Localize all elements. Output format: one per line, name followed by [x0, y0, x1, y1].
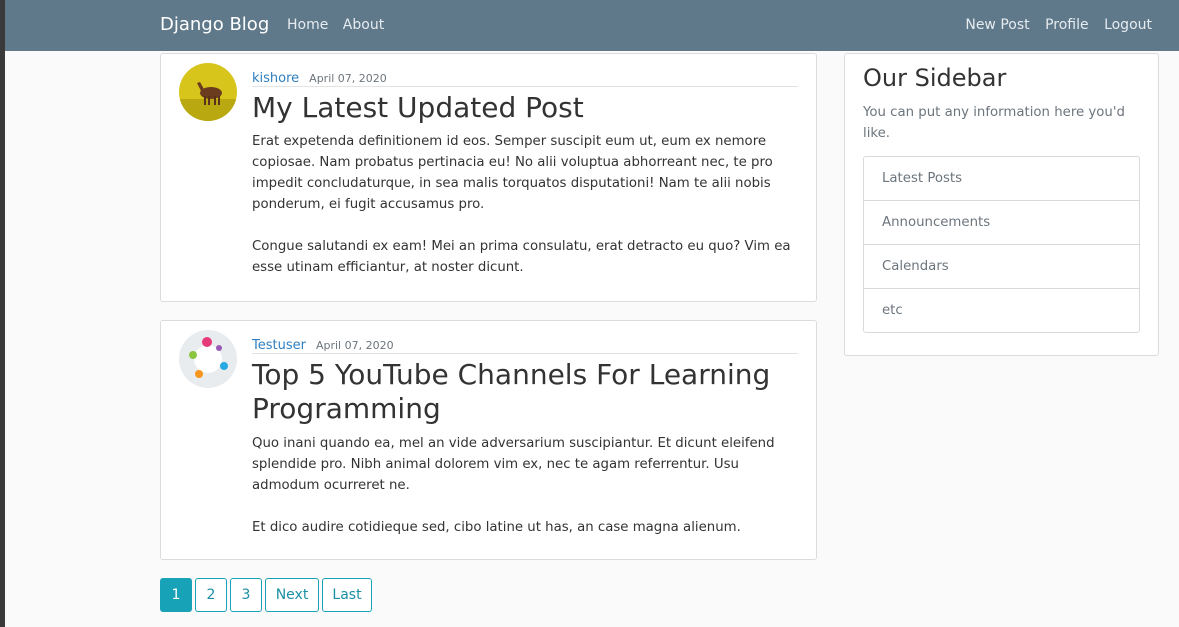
colorful-circles-avatar-icon: [179, 330, 237, 388]
post-title-link[interactable]: Top 5 YouTube Channels For Learning Prog…: [252, 358, 800, 426]
post-paragraph: Quo inani quando ea, mel an vide adversa…: [252, 436, 775, 493]
nav-home-link[interactable]: Home: [287, 17, 328, 33]
window-edge: [0, 0, 5, 627]
page-3-button[interactable]: 3: [230, 578, 262, 612]
nav-logout-link[interactable]: Logout: [1104, 17, 1152, 33]
page-2-button[interactable]: 2: [195, 578, 227, 612]
post-author-link[interactable]: Testuser: [252, 338, 306, 353]
post-author-link[interactable]: kishore: [252, 71, 299, 86]
horse-photo-avatar-icon: [179, 63, 237, 121]
brand-link[interactable]: Django Blog: [160, 14, 269, 35]
nav-about-link[interactable]: About: [343, 17, 384, 33]
post-title-link[interactable]: My Latest Updated Post: [252, 91, 584, 125]
sidebar-item-announcements[interactable]: Announcements: [864, 201, 1139, 245]
post-content: Erat expetenda definitionem id eos. Semp…: [252, 131, 800, 278]
post-date: April 07, 2020: [309, 72, 387, 85]
sidebar-item-latest-posts[interactable]: Latest Posts: [864, 157, 1139, 201]
post-meta: Testuser April 07, 2020: [252, 334, 798, 354]
next-page-button[interactable]: Next: [265, 578, 319, 612]
post-paragraph: Erat expetenda definitionem id eos. Semp…: [252, 134, 773, 212]
nav-right: New Post Profile Logout: [954, 17, 1152, 33]
post-card: kishore April 07, 2020 My Latest Updated …: [160, 53, 817, 302]
sidebar-list: Latest Posts Announcements Calendars etc: [863, 156, 1140, 333]
post-date: April 07, 2020: [315, 339, 394, 352]
post-content: Quo inani quando ea, mel an vide adversa…: [252, 433, 800, 538]
sidebar-description: You can put any information here you'd l…: [863, 105, 1125, 141]
nav-left: Home About: [287, 17, 394, 33]
post-paragraph: Congue salutandi ex eam! Mei an prima co…: [252, 239, 791, 275]
sidebar: Our Sidebar You can put any information …: [844, 53, 1159, 356]
page-1-button[interactable]: 1: [160, 578, 192, 612]
sidebar-item-etc[interactable]: etc: [864, 289, 1139, 332]
nav-new-post-link[interactable]: New Post: [965, 17, 1029, 33]
sidebar-title: Our Sidebar: [863, 64, 1007, 92]
post-card: Testuser April 07, 2020 Top 5 YouTube Cha…: [160, 320, 817, 560]
post-meta: kishore April 07, 2020: [252, 67, 798, 87]
last-page-button[interactable]: Last: [322, 578, 372, 612]
nav-profile-link[interactable]: Profile: [1045, 17, 1089, 33]
navbar: Django Blog Home About New Post Profile …: [5, 0, 1179, 51]
sidebar-item-calendars[interactable]: Calendars: [864, 245, 1139, 289]
post-paragraph: Et dico audire cotidieque sed, cibo lati…: [252, 520, 741, 535]
